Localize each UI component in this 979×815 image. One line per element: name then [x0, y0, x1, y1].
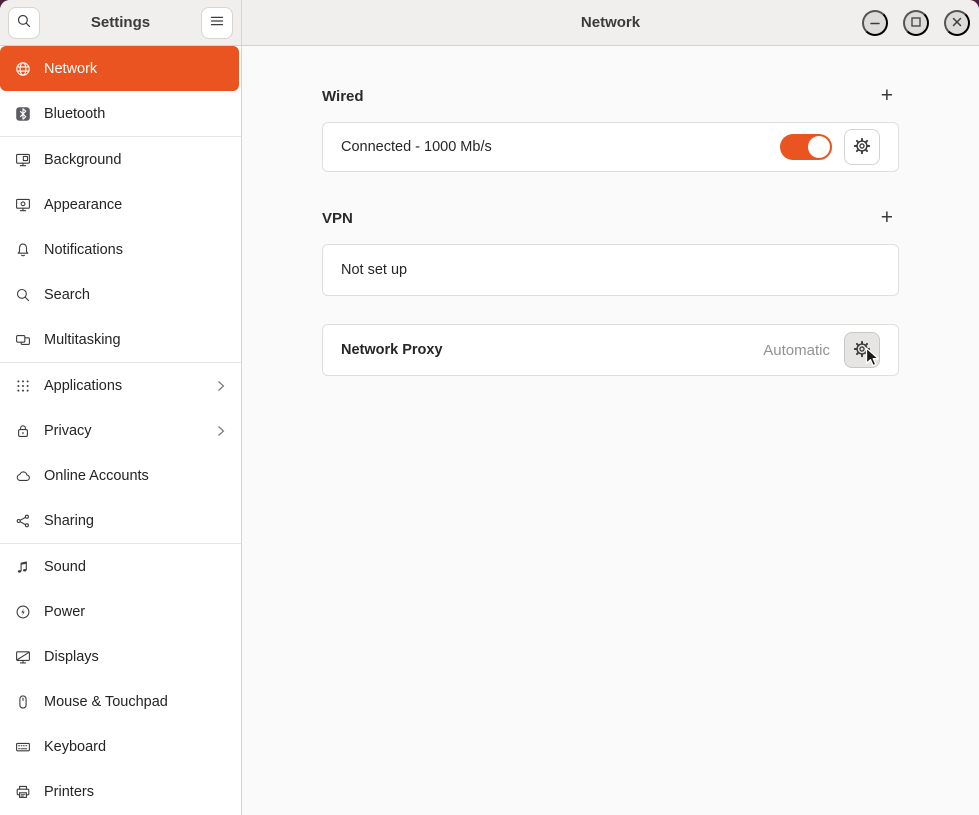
wired-settings-button[interactable]: [844, 129, 880, 165]
main-area: Network Bluetooth: [0, 46, 979, 815]
sidebar-item-network[interactable]: Network: [0, 46, 239, 91]
hamburger-icon: [209, 13, 225, 32]
cloud-icon: [15, 468, 31, 484]
globe-icon: [15, 61, 31, 77]
vpn-status-row[interactable]: Not set up: [322, 244, 899, 296]
sidebar-item-label: Displays: [44, 649, 226, 665]
magnifier-icon: [15, 287, 31, 303]
add-vpn-button[interactable]: +: [875, 208, 899, 228]
sidebar-item-label: Network: [44, 61, 224, 77]
windows-icon: [15, 332, 31, 348]
bluetooth-icon: [15, 106, 31, 122]
printer-icon: [15, 784, 31, 800]
maximize-button[interactable]: [903, 10, 929, 36]
network-proxy-title: Network Proxy: [341, 342, 763, 358]
bell-icon: [15, 242, 31, 258]
music-note-icon: [15, 559, 31, 575]
wired-section-title: Wired: [322, 88, 364, 105]
app-grid-icon: [15, 378, 31, 394]
sidebar-item-label: Search: [44, 287, 226, 303]
sidebar-item-printers[interactable]: Printers: [0, 769, 241, 814]
gear-icon: [853, 340, 871, 361]
sidebar-item-displays[interactable]: Displays: [0, 634, 241, 679]
sidebar-item-sound[interactable]: Sound: [0, 544, 241, 589]
sidebar-item-label: Sharing: [44, 513, 226, 529]
mouse-icon: [15, 694, 31, 710]
sidebar-item-keyboard[interactable]: Keyboard: [0, 724, 241, 769]
sidebar-item-label: Printers: [44, 784, 226, 800]
sidebar: Network Bluetooth: [0, 46, 242, 815]
settings-window: Settings Network: [0, 0, 979, 815]
vpn-section-title: VPN: [322, 210, 353, 227]
sidebar-item-label: Keyboard: [44, 739, 226, 755]
display-icon: [15, 649, 31, 665]
wired-connection-row[interactable]: Connected - 1000 Mb/s: [322, 122, 899, 172]
menu-button[interactable]: [201, 7, 233, 39]
content-header: Network: [242, 0, 979, 45]
sidebar-item-bluetooth[interactable]: Bluetooth: [0, 91, 241, 136]
sidebar-item-label: Mouse & Touchpad: [44, 694, 226, 710]
close-button[interactable]: [944, 10, 970, 36]
sidebar-item-multitasking[interactable]: Multitasking: [0, 317, 241, 362]
sidebar-item-privacy[interactable]: Privacy: [0, 408, 241, 453]
background-icon: [15, 152, 31, 168]
network-panel: Wired + Connected - 1000 Mb/s: [242, 46, 979, 815]
sidebar-item-applications[interactable]: Applications: [0, 363, 241, 408]
page-title: Network: [581, 14, 640, 31]
chevron-right-icon: [216, 380, 226, 392]
vpn-section-header: VPN +: [322, 208, 899, 228]
sidebar-item-label: Multitasking: [44, 332, 226, 348]
sidebar-item-label: Power: [44, 604, 226, 620]
toggle-knob: [808, 136, 830, 158]
lock-icon: [15, 423, 31, 439]
search-icon: [16, 13, 32, 32]
appearance-icon: [15, 197, 31, 213]
sidebar-header: Settings: [0, 0, 242, 45]
sidebar-item-label: Privacy: [44, 423, 203, 439]
sidebar-item-background[interactable]: Background: [0, 137, 241, 182]
headerbar: Settings Network: [0, 0, 979, 46]
share-icon: [15, 513, 31, 529]
sidebar-item-notifications[interactable]: Notifications: [0, 227, 241, 272]
gear-icon: [853, 137, 871, 158]
minimize-button[interactable]: [862, 10, 888, 36]
sidebar-item-label: Background: [44, 152, 226, 168]
search-button[interactable]: [8, 7, 40, 39]
chevron-right-icon: [216, 425, 226, 437]
sidebar-item-sharing[interactable]: Sharing: [0, 498, 241, 543]
close-icon: [949, 14, 965, 33]
power-icon: [15, 604, 31, 620]
sidebar-item-label: Applications: [44, 378, 203, 394]
minimize-icon: [867, 14, 883, 33]
sidebar-item-label: Sound: [44, 559, 226, 575]
network-proxy-value: Automatic: [763, 342, 830, 359]
sidebar-item-search[interactable]: Search: [0, 272, 241, 317]
add-wired-connection-button[interactable]: +: [875, 86, 899, 106]
sidebar-item-label: Notifications: [44, 242, 226, 258]
wired-status-text: Connected - 1000 Mb/s: [341, 139, 780, 155]
wired-section-header: Wired +: [322, 86, 899, 106]
keyboard-icon: [15, 739, 31, 755]
vpn-status-text: Not set up: [341, 262, 880, 278]
sidebar-item-label: Bluetooth: [44, 106, 226, 122]
sidebar-item-appearance[interactable]: Appearance: [0, 182, 241, 227]
app-title: Settings: [40, 14, 201, 31]
proxy-settings-button[interactable]: [844, 332, 880, 368]
sidebar-item-online-accounts[interactable]: Online Accounts: [0, 453, 241, 498]
network-proxy-row[interactable]: Network Proxy Automatic: [322, 324, 899, 376]
sidebar-item-label: Appearance: [44, 197, 226, 213]
sidebar-item-power[interactable]: Power: [0, 589, 241, 634]
sidebar-item-label: Online Accounts: [44, 468, 226, 484]
sidebar-item-mouse-touchpad[interactable]: Mouse & Touchpad: [0, 679, 241, 724]
wired-toggle[interactable]: [780, 134, 832, 160]
maximize-icon: [908, 14, 924, 33]
window-controls: [862, 10, 970, 36]
